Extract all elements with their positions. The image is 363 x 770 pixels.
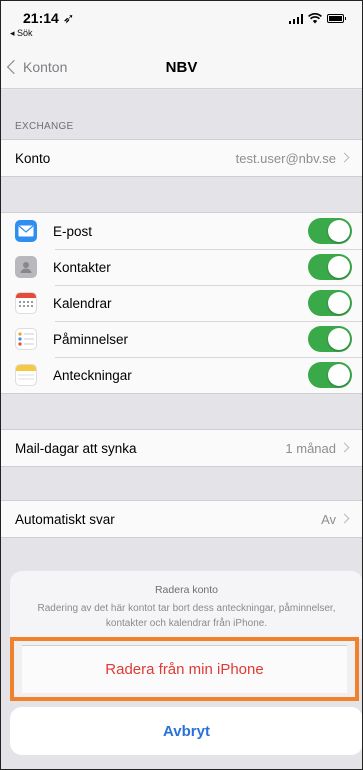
sync-group: Mail-dagar att synka 1 månad (1, 429, 362, 467)
service-row-mail: E-post (1, 213, 362, 249)
sync-label: Mail-dagar att synka (15, 440, 137, 456)
action-sheet-title: Radera konto (154, 584, 219, 596)
navigation-bar: Konton NBV (1, 45, 362, 89)
service-label: Anteckningar (53, 367, 132, 383)
service-row-calendars: Kalendrar (1, 285, 362, 321)
auto-reply-row[interactable]: Automatiskt svar Av (1, 501, 362, 537)
account-group: Konto test.user@nbv.se (1, 139, 362, 177)
account-value: test.user@nbv.se (235, 150, 336, 166)
status-time: 21:14 ➶ (23, 10, 75, 26)
services-group: E-post Kontakter Kalendrar Påminnelser A… (1, 212, 362, 394)
auto-reply-label: Automatiskt svar (15, 511, 115, 527)
action-sheet-message: Radering av det här kontot tar bort dess… (37, 603, 336, 629)
mail-toggle[interactable] (308, 218, 352, 244)
calendar-icon (15, 292, 37, 314)
reminders-icon (15, 328, 37, 350)
phone-screen: 21:14 ➶ ◂ Sök Konton NBV EXCHANGE Konto … (0, 0, 363, 770)
contacts-icon (15, 256, 37, 278)
calendars-toggle[interactable] (308, 290, 352, 316)
delete-from-iphone-button[interactable]: Radera från min iPhone (22, 645, 347, 693)
sync-row[interactable]: Mail-dagar att synka 1 månad (1, 430, 362, 466)
action-sheet-header: Radera konto Radering av det här kontot … (10, 571, 362, 639)
auto-reply-group: Automatiskt svar Av (1, 500, 362, 538)
wifi-icon (308, 13, 322, 24)
page-title: NBV (165, 59, 198, 76)
status-icons (288, 13, 346, 24)
signal-icon (288, 13, 303, 24)
account-label: Konto (15, 150, 51, 166)
service-label: Påminnelser (53, 331, 129, 347)
battery-icon (327, 14, 346, 23)
service-label: E-post (53, 223, 93, 239)
contacts-toggle[interactable] (308, 254, 352, 280)
account-row[interactable]: Konto test.user@nbv.se (1, 140, 362, 176)
service-row-notes: Anteckningar (1, 357, 362, 393)
auto-reply-value: Av (321, 511, 336, 527)
service-label: Kalendrar (53, 295, 112, 311)
back-to-search-link[interactable]: ◂ Sök (10, 28, 33, 39)
sync-value: 1 månad (285, 440, 336, 456)
service-row-contacts: Kontakter (1, 249, 362, 285)
chevron-right-icon (339, 152, 350, 163)
chevron-right-icon (339, 513, 350, 524)
service-row-reminders: Påminnelser (1, 321, 362, 357)
mail-icon (15, 220, 37, 242)
chevron-right-icon (339, 442, 350, 453)
service-label: Kontakter (53, 259, 111, 275)
notes-icon (15, 364, 37, 386)
section-header-exchange: EXCHANGE (15, 121, 74, 132)
notes-toggle[interactable] (308, 362, 352, 388)
highlight-frame: Radera från min iPhone (10, 637, 359, 701)
status-bar: 21:14 ➶ ◂ Sök (1, 1, 362, 45)
cancel-button[interactable]: Avbryt (10, 707, 362, 755)
reminders-toggle[interactable] (308, 326, 352, 352)
